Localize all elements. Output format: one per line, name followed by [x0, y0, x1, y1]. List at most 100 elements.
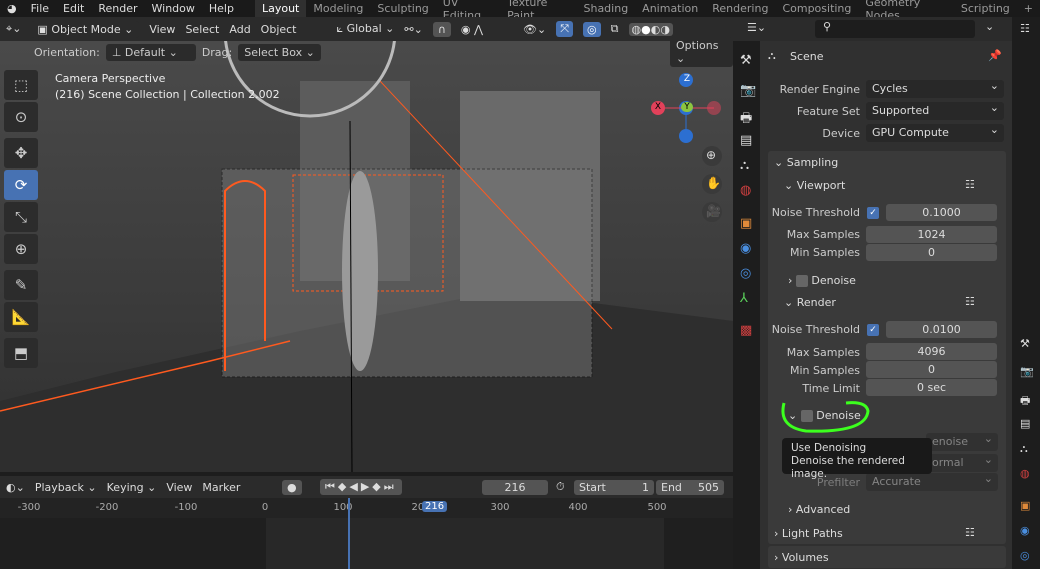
constraints-tab-icon[interactable]: ⅄ — [740, 291, 748, 306]
playback-menu[interactable]: Playback ⌄ — [35, 481, 97, 494]
menu-add[interactable]: Add — [229, 23, 250, 36]
viewport-max-field[interactable]: 1024 — [866, 226, 997, 243]
tab-animation[interactable]: Animation — [635, 2, 705, 15]
3d-viewport[interactable] — [0, 41, 733, 472]
cursor-tool-icon[interactable]: ⊙ — [4, 102, 38, 132]
tab-rendering[interactable]: Rendering — [705, 2, 775, 15]
gizmo-y[interactable]: Y — [681, 102, 693, 112]
stopwatch-icon[interactable]: ⏱ — [556, 480, 565, 494]
render-tab-icon[interactable]: 📷 — [1020, 365, 1034, 378]
menu-view[interactable]: View — [149, 23, 175, 36]
scene-tab-icon[interactable]: ⛬ — [1020, 442, 1028, 456]
drag-dropdown[interactable]: Select Box ⌄ — [238, 43, 321, 61]
timeline-editor-icon[interactable]: ◐⌄ — [6, 481, 25, 494]
viewport-subpanel-header[interactable]: ⌄ Viewport — [784, 179, 845, 192]
pin-icon[interactable]: 📌 — [988, 49, 1002, 62]
physics-tab-icon[interactable]: ◎ — [740, 266, 751, 281]
visibility-icon[interactable]: 👁⌄ — [523, 23, 546, 36]
annotate-tool-icon[interactable]: ✎ — [4, 270, 38, 300]
keying-menu[interactable]: Keying ⌄ — [107, 481, 157, 494]
viewport-noise-checkbox[interactable]: ✓ — [867, 207, 879, 219]
add-workspace-button[interactable]: + — [1017, 2, 1040, 15]
menu-help[interactable]: Help — [202, 2, 241, 15]
list-icon[interactable]: ☷ — [965, 526, 975, 539]
advanced-subpanel-header[interactable]: › Advanced — [788, 503, 850, 516]
view-layer-tab-icon[interactable]: ▤ — [740, 133, 752, 148]
tab-layout[interactable]: Layout — [254, 0, 307, 17]
shading-modes[interactable]: ◍●◐◑ — [628, 22, 673, 36]
tab-sculpting[interactable]: Sculpting — [370, 2, 435, 15]
select-box-tool-icon[interactable]: ⬚ — [4, 70, 38, 100]
gizmo-toggle-icon[interactable]: ⤧ — [556, 21, 574, 37]
measure-tool-icon[interactable]: 📐 — [4, 302, 38, 332]
render-min-field[interactable]: 0 — [866, 361, 997, 378]
playback-controls[interactable]: ⏮◆◀▶◆⏭ — [320, 479, 402, 495]
list-icon[interactable]: ☷ — [965, 295, 975, 308]
viewport-noise-field[interactable]: 0.1000 — [886, 204, 997, 221]
playhead-label[interactable]: 216 — [422, 501, 448, 512]
list-icon[interactable]: ☷ — [965, 178, 975, 191]
menu-render[interactable]: Render — [91, 2, 144, 15]
orientation-dropdown[interactable]: ⟀ Global ⌄ — [337, 22, 395, 36]
snap-icon[interactable]: ∩ — [432, 21, 451, 37]
pivot-icon[interactable]: ⚯⌄ — [404, 23, 422, 36]
current-frame-field[interactable]: 216 — [482, 479, 548, 495]
volumes-header[interactable]: › Volumes — [774, 551, 829, 564]
world-tab-icon[interactable]: ◍ — [1020, 467, 1030, 480]
tab-scripting[interactable]: Scripting — [954, 2, 1017, 15]
rotate-tool-icon[interactable]: ⟳ — [4, 170, 38, 200]
scale-tool-icon[interactable]: ⤡ — [4, 202, 38, 232]
timeline-view-menu[interactable]: View — [166, 481, 192, 494]
viewport-min-field[interactable]: 0 — [866, 244, 997, 261]
timeline-ruler[interactable]: -300 -200 -100 0 100 200 300 400 500 216 — [0, 498, 733, 518]
properties-search[interactable]: ⚲ — [815, 20, 975, 38]
light-paths-header[interactable]: › Light Paths — [774, 527, 843, 540]
end-frame-field[interactable]: End 505 — [656, 479, 724, 495]
orientation-default-dropdown[interactable]: ⊥ Default ⌄ — [105, 43, 196, 61]
feature-set-dropdown[interactable]: Supported — [866, 99, 1004, 120]
world-tab-icon[interactable]: ◍ — [740, 183, 751, 198]
properties-options-icon[interactable]: ⌄ — [985, 20, 994, 33]
outliner-icon[interactable]: ☷ — [1020, 22, 1030, 35]
tab-shading[interactable]: Shading — [576, 2, 635, 15]
output-tab-icon[interactable]: 🖶 — [1020, 392, 1030, 411]
device-dropdown[interactable]: GPU Compute — [866, 121, 1004, 142]
tool-tab-icon[interactable]: ⚒ — [1020, 337, 1030, 350]
properties-editor-icon[interactable]: ☰⌄ — [747, 21, 766, 34]
render-engine-dropdown[interactable]: Cycles — [866, 77, 1004, 98]
proportional-icon[interactable]: ◉ ⋀ — [461, 23, 483, 36]
tab-compositing[interactable]: Compositing — [775, 2, 858, 15]
sampling-header[interactable]: ⌄ Sampling — [774, 156, 838, 169]
time-limit-field[interactable]: 0 sec — [866, 379, 997, 396]
playhead-line[interactable] — [348, 498, 350, 569]
tool-tab-icon[interactable]: ⚒ — [740, 53, 752, 68]
menu-window[interactable]: Window — [145, 2, 202, 15]
modifier-tab-icon[interactable]: ◉ — [1020, 524, 1030, 537]
output-tab-icon[interactable]: 🖶 — [740, 109, 752, 131]
menu-object[interactable]: Object — [261, 23, 297, 36]
menu-select[interactable]: Select — [185, 23, 219, 36]
render-noise-field[interactable]: 0.0100 — [886, 321, 997, 338]
options-dropdown[interactable]: Options ⌄ — [670, 37, 733, 67]
move-tool-icon[interactable]: ✥ — [4, 138, 38, 168]
gizmo-z[interactable]: Z — [681, 74, 693, 84]
render-noise-checkbox[interactable]: ✓ — [867, 324, 879, 336]
xray-icon[interactable]: ⧉ — [611, 22, 619, 36]
viewport-denoise-header[interactable]: › Denoise — [788, 274, 856, 287]
zoom-icon[interactable]: ⊕ — [706, 148, 716, 162]
hand-pan-icon[interactable]: ✋ — [706, 176, 721, 190]
view-layer-tab-icon[interactable]: ▤ — [1020, 417, 1030, 430]
marker-menu[interactable]: Marker — [202, 481, 240, 494]
render-subpanel-header[interactable]: ⌄ Render — [784, 296, 836, 309]
modifier-tab-icon[interactable]: ◉ — [740, 241, 751, 256]
render-max-field[interactable]: 4096 — [866, 343, 997, 360]
object-tab-icon[interactable]: ▣ — [1020, 499, 1030, 512]
denoiser-dropdown[interactable]: enoise — [926, 430, 998, 451]
start-frame-field[interactable]: Start 1 — [574, 479, 654, 495]
menu-file[interactable]: File — [24, 2, 56, 15]
menu-edit[interactable]: Edit — [56, 2, 91, 15]
tab-modeling[interactable]: Modeling — [306, 2, 370, 15]
timeline-body[interactable] — [0, 498, 733, 569]
add-cube-tool-icon[interactable]: ⬒ — [4, 338, 38, 368]
gizmo-x[interactable]: X — [652, 102, 664, 112]
